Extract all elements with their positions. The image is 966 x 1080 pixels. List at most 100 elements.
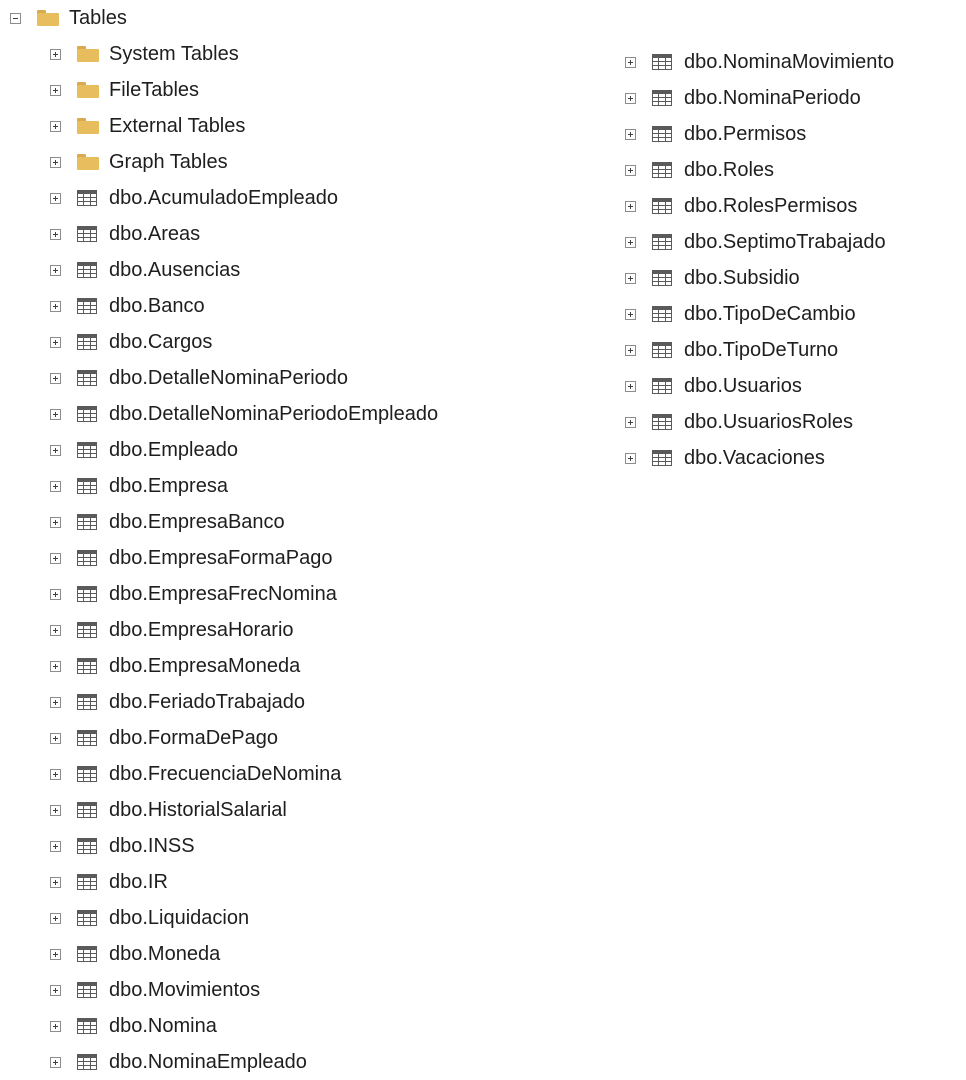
expand-toggle-icon[interactable]	[50, 408, 61, 420]
tree-node-table[interactable]: dbo.Banco	[0, 288, 600, 324]
expand-toggle-icon[interactable]	[625, 92, 636, 104]
expand-toggle-icon[interactable]	[50, 876, 61, 888]
tree-node-label: dbo.FeriadoTrabajado	[109, 691, 306, 713]
tree-node-folder[interactable]: FileTables	[0, 72, 600, 108]
tree-node-table[interactable]: dbo.UsuariosRoles	[620, 404, 966, 440]
expand-toggle-icon[interactable]	[50, 804, 61, 816]
expand-toggle-icon[interactable]	[50, 300, 61, 312]
tree-node-label: dbo.Nomina	[109, 1015, 217, 1037]
tree-node-table[interactable]: dbo.Empresa	[0, 468, 600, 504]
tree-node-label: dbo.UsuariosRoles	[684, 411, 853, 433]
table-icon	[77, 658, 97, 674]
tree-node-folder[interactable]: External Tables	[0, 108, 600, 144]
tree-node-table[interactable]: dbo.IR	[0, 864, 600, 900]
expand-toggle-icon[interactable]	[625, 452, 636, 464]
table-icon	[652, 270, 672, 286]
tree-node-table[interactable]: dbo.AcumuladoEmpleado	[0, 180, 600, 216]
tree-node-label: dbo.TipoDeCambio	[684, 303, 856, 325]
expand-toggle-icon[interactable]	[50, 444, 61, 456]
tree-node-table[interactable]: dbo.Usuarios	[620, 368, 966, 404]
tree-node-table[interactable]: dbo.EmpresaHorario	[0, 612, 600, 648]
tree-node-table[interactable]: dbo.FrecuenciaDeNomina	[0, 756, 600, 792]
tree-node-table[interactable]: dbo.Empleado	[0, 432, 600, 468]
expand-toggle-icon[interactable]	[625, 200, 636, 212]
tree-node-table[interactable]: dbo.Cargos	[0, 324, 600, 360]
expand-toggle-icon[interactable]	[50, 624, 61, 636]
expand-toggle-icon[interactable]	[50, 1056, 61, 1068]
tree-node-folder[interactable]: System Tables	[0, 36, 600, 72]
table-icon	[77, 1054, 97, 1070]
tree-node-table[interactable]: dbo.Areas	[0, 216, 600, 252]
expand-toggle-icon[interactable]	[50, 336, 61, 348]
expand-toggle-icon[interactable]	[50, 768, 61, 780]
tree-node-table[interactable]: dbo.EmpresaMoneda	[0, 648, 600, 684]
table-icon	[652, 198, 672, 214]
tree-node-table[interactable]: dbo.TipoDeTurno	[620, 332, 966, 368]
expand-toggle-icon[interactable]	[625, 416, 636, 428]
expand-toggle-icon[interactable]	[50, 48, 61, 60]
tree-node-table[interactable]: dbo.FeriadoTrabajado	[0, 684, 600, 720]
expand-toggle-icon[interactable]	[625, 128, 636, 140]
tree-node-table[interactable]: dbo.RolesPermisos	[620, 188, 966, 224]
tree-node-table[interactable]: dbo.Vacaciones	[620, 440, 966, 476]
collapse-toggle-icon[interactable]	[10, 12, 21, 24]
tree-node-table[interactable]: dbo.NominaMovimiento	[620, 44, 966, 80]
tree-node-table[interactable]: dbo.Moneda	[0, 936, 600, 972]
expand-toggle-icon[interactable]	[50, 696, 61, 708]
tree-node-table[interactable]: dbo.Subsidio	[620, 260, 966, 296]
tree-node-table[interactable]: dbo.Permisos	[620, 116, 966, 152]
expand-toggle-icon[interactable]	[625, 308, 636, 320]
table-icon	[77, 226, 97, 242]
expand-toggle-icon[interactable]	[50, 516, 61, 528]
table-icon	[652, 234, 672, 250]
expand-toggle-icon[interactable]	[50, 660, 61, 672]
tree-node-label: dbo.HistorialSalarial	[109, 799, 287, 821]
folder-icon	[77, 118, 99, 134]
tree-node-table[interactable]: dbo.Movimientos	[0, 972, 600, 1008]
expand-toggle-icon[interactable]	[50, 156, 61, 168]
expand-toggle-icon[interactable]	[50, 588, 61, 600]
tree-node-table[interactable]: dbo.INSS	[0, 828, 600, 864]
expand-toggle-icon[interactable]	[625, 56, 636, 68]
tree-node-table[interactable]: dbo.Ausencias	[0, 252, 600, 288]
expand-toggle-icon[interactable]	[50, 84, 61, 96]
expand-toggle-icon[interactable]	[50, 372, 61, 384]
expand-toggle-icon[interactable]	[50, 480, 61, 492]
tree-node-table[interactable]: dbo.NominaPeriodo	[620, 80, 966, 116]
tree-node-table[interactable]: dbo.TipoDeCambio	[620, 296, 966, 332]
tree-node-table[interactable]: dbo.SeptimoTrabajado	[620, 224, 966, 260]
expand-toggle-icon[interactable]	[625, 344, 636, 356]
folder-icon	[37, 10, 59, 26]
expand-toggle-icon[interactable]	[50, 120, 61, 132]
expand-toggle-icon[interactable]	[50, 264, 61, 276]
expand-toggle-icon[interactable]	[625, 272, 636, 284]
tree-node-table[interactable]: dbo.Roles	[620, 152, 966, 188]
expand-toggle-icon[interactable]	[50, 552, 61, 564]
tree-node-table[interactable]: dbo.Liquidacion	[0, 900, 600, 936]
expand-toggle-icon[interactable]	[50, 948, 61, 960]
expand-toggle-icon[interactable]	[625, 380, 636, 392]
tree-node-table[interactable]: dbo.NominaEmpleado	[0, 1044, 600, 1080]
tree-node-table[interactable]: dbo.EmpresaFrecNomina	[0, 576, 600, 612]
tree-node-tables[interactable]: Tables	[0, 0, 600, 36]
tree-node-table[interactable]: dbo.Nomina	[0, 1008, 600, 1044]
table-icon	[77, 550, 97, 566]
tree-node-table[interactable]: dbo.DetalleNominaPeriodo	[0, 360, 600, 396]
expand-toggle-icon[interactable]	[50, 912, 61, 924]
table-icon	[77, 442, 97, 458]
tree-node-table[interactable]: dbo.HistorialSalarial	[0, 792, 600, 828]
tree-node-label: dbo.Roles	[684, 159, 775, 181]
tree-node-folder[interactable]: Graph Tables	[0, 144, 600, 180]
tree-node-table[interactable]: dbo.EmpresaBanco	[0, 504, 600, 540]
expand-toggle-icon[interactable]	[50, 228, 61, 240]
expand-toggle-icon[interactable]	[50, 1020, 61, 1032]
tree-node-table[interactable]: dbo.EmpresaFormaPago	[0, 540, 600, 576]
expand-toggle-icon[interactable]	[50, 984, 61, 996]
expand-toggle-icon[interactable]	[50, 192, 61, 204]
expand-toggle-icon[interactable]	[50, 732, 61, 744]
expand-toggle-icon[interactable]	[50, 840, 61, 852]
tree-node-table[interactable]: dbo.FormaDePago	[0, 720, 600, 756]
expand-toggle-icon[interactable]	[625, 236, 636, 248]
expand-toggle-icon[interactable]	[625, 164, 636, 176]
tree-node-table[interactable]: dbo.DetalleNominaPeriodoEmpleado	[0, 396, 600, 432]
